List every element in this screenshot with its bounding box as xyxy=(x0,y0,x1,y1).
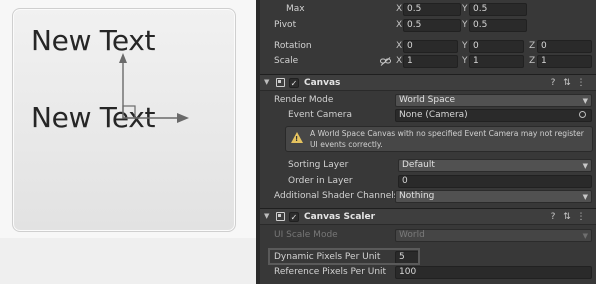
sorting-layer-label: Sorting Layer xyxy=(288,160,349,170)
pivot-x-axis-label: X xyxy=(396,20,403,30)
context-menu-icon[interactable]: ⋮ xyxy=(574,211,588,223)
rotation-x-axis-label: X xyxy=(396,41,403,51)
max-y-axis-label: Y xyxy=(462,4,468,14)
rotation-x-field[interactable]: 0 xyxy=(403,40,458,53)
object-picker-icon[interactable] xyxy=(579,111,586,118)
context-menu-icon[interactable]: ⋮ xyxy=(574,77,588,89)
foldout-arrow-icon[interactable]: ▼ xyxy=(264,212,269,220)
shader-channels-row: Additional Shader Channels Nothing ▼ xyxy=(256,188,596,205)
canvas-scaler-title: Canvas Scaler xyxy=(304,212,376,222)
rotation-y-field[interactable]: 0 xyxy=(469,40,524,53)
shader-channels-dropdown[interactable]: Nothing ▼ xyxy=(395,190,592,203)
shader-channels-label: Additional Shader Channels xyxy=(274,191,399,201)
sorting-layer-value: Default xyxy=(402,160,435,170)
canvas-enabled-checkbox[interactable]: ✓ xyxy=(289,78,299,88)
order-in-layer-label: Order in Layer xyxy=(288,176,353,186)
scale-x-axis-label: X xyxy=(396,56,403,66)
foldout-arrow-icon[interactable]: ▼ xyxy=(264,78,269,86)
chevron-down-icon: ▼ xyxy=(582,232,588,240)
event-camera-row: Event Camera None (Camera) xyxy=(256,107,596,124)
rotation-label: Rotation xyxy=(274,41,312,51)
canvas-header-icons: ? ⇅ ⋮ xyxy=(546,77,588,89)
render-mode-label: Render Mode xyxy=(274,95,334,105)
pivot-row: Pivot X 0.5 Y 0.5 xyxy=(256,17,596,34)
sorting-layer-dropdown[interactable]: Default ▼ xyxy=(398,159,592,172)
max-y-field[interactable]: 0.5 xyxy=(469,3,527,16)
presets-icon[interactable]: ⇅ xyxy=(560,211,574,223)
scale-y-field[interactable]: 1 xyxy=(469,55,524,68)
canvas-scaler-enabled-checkbox[interactable]: ✓ xyxy=(289,212,299,222)
rotation-y-axis-label: Y xyxy=(462,41,468,51)
shader-channels-value: Nothing xyxy=(399,191,435,201)
chevron-down-icon: ▼ xyxy=(582,97,588,105)
event-camera-warning: ! A World Space Canvas with no specified… xyxy=(285,126,593,152)
new-text-bottom[interactable]: New Text xyxy=(31,104,156,132)
render-mode-dropdown[interactable]: World Space ▼ xyxy=(395,94,592,107)
scale-z-axis-label: Z xyxy=(529,56,536,66)
rotation-z-field[interactable]: 0 xyxy=(537,40,592,53)
sorting-layer-row: Sorting Layer Default ▼ xyxy=(256,157,596,174)
pivot-x-field[interactable]: 0.5 xyxy=(403,19,461,32)
canvas-scaler-header-icons: ? ⇅ ⋮ xyxy=(546,211,588,223)
chevron-down-icon: ▼ xyxy=(582,193,588,201)
canvas-scaler-component-header[interactable]: ▼ ✓ Canvas Scaler ? ⇅ ⋮ xyxy=(260,208,596,225)
pivot-label: Pivot xyxy=(274,20,297,30)
render-mode-value: World Space xyxy=(399,95,456,105)
canvas-scaler-component-icon xyxy=(276,212,285,221)
scene-view[interactable]: New Text New Text xyxy=(0,0,256,284)
max-x-axis-label: X xyxy=(396,4,403,14)
canvas-component-icon xyxy=(276,78,285,87)
link-icon[interactable] xyxy=(380,57,391,66)
ui-scale-mode-row: UI Scale Mode World ▼ xyxy=(256,227,596,244)
order-in-layer-field[interactable]: 0 xyxy=(398,175,592,188)
event-camera-field[interactable]: None (Camera) xyxy=(395,109,592,122)
reference-pixels-row: Reference Pixels Per Unit 100 xyxy=(256,264,596,281)
max-x-field[interactable]: 0.5 xyxy=(403,3,461,16)
presets-icon[interactable]: ⇅ xyxy=(560,77,574,89)
canvas-title: Canvas xyxy=(304,78,341,88)
scale-row: Scale X 1 Y 1 Z 1 xyxy=(256,53,596,70)
scale-label: Scale xyxy=(274,56,299,66)
canvas-component-header[interactable]: ▼ ✓ Canvas ? ⇅ ⋮ xyxy=(260,74,596,91)
warning-exclamation-icon: ! xyxy=(295,135,299,143)
scale-z-field[interactable]: 1 xyxy=(537,55,592,68)
new-text-top[interactable]: New Text xyxy=(31,27,156,55)
ui-scale-mode-label: UI Scale Mode xyxy=(274,230,338,240)
ui-scale-mode-dropdown: World ▼ xyxy=(395,229,592,242)
rotation-z-axis-label: Z xyxy=(529,41,536,51)
dynamic-pixels-highlight xyxy=(268,248,420,265)
reference-pixels-field[interactable]: 100 xyxy=(395,266,592,279)
reference-pixels-label: Reference Pixels Per Unit xyxy=(274,267,387,277)
max-label: Max xyxy=(286,4,305,14)
pivot-y-axis-label: Y xyxy=(462,20,468,30)
warning-text: A World Space Canvas with no specified E… xyxy=(310,129,584,149)
chevron-down-icon: ▼ xyxy=(582,162,588,170)
help-icon[interactable]: ? xyxy=(546,211,560,223)
ui-scale-mode-value: World xyxy=(399,230,425,240)
scene-background xyxy=(0,238,256,284)
scale-y-axis-label: Y xyxy=(462,56,468,66)
event-camera-label: Event Camera xyxy=(288,110,352,120)
pivot-y-field[interactable]: 0.5 xyxy=(469,19,527,32)
scale-x-field[interactable]: 1 xyxy=(403,55,458,68)
anchor-max-row: Max X 0.5 Y 0.5 xyxy=(256,1,596,18)
event-camera-value: None (Camera) xyxy=(399,110,468,120)
help-icon[interactable]: ? xyxy=(546,77,560,89)
